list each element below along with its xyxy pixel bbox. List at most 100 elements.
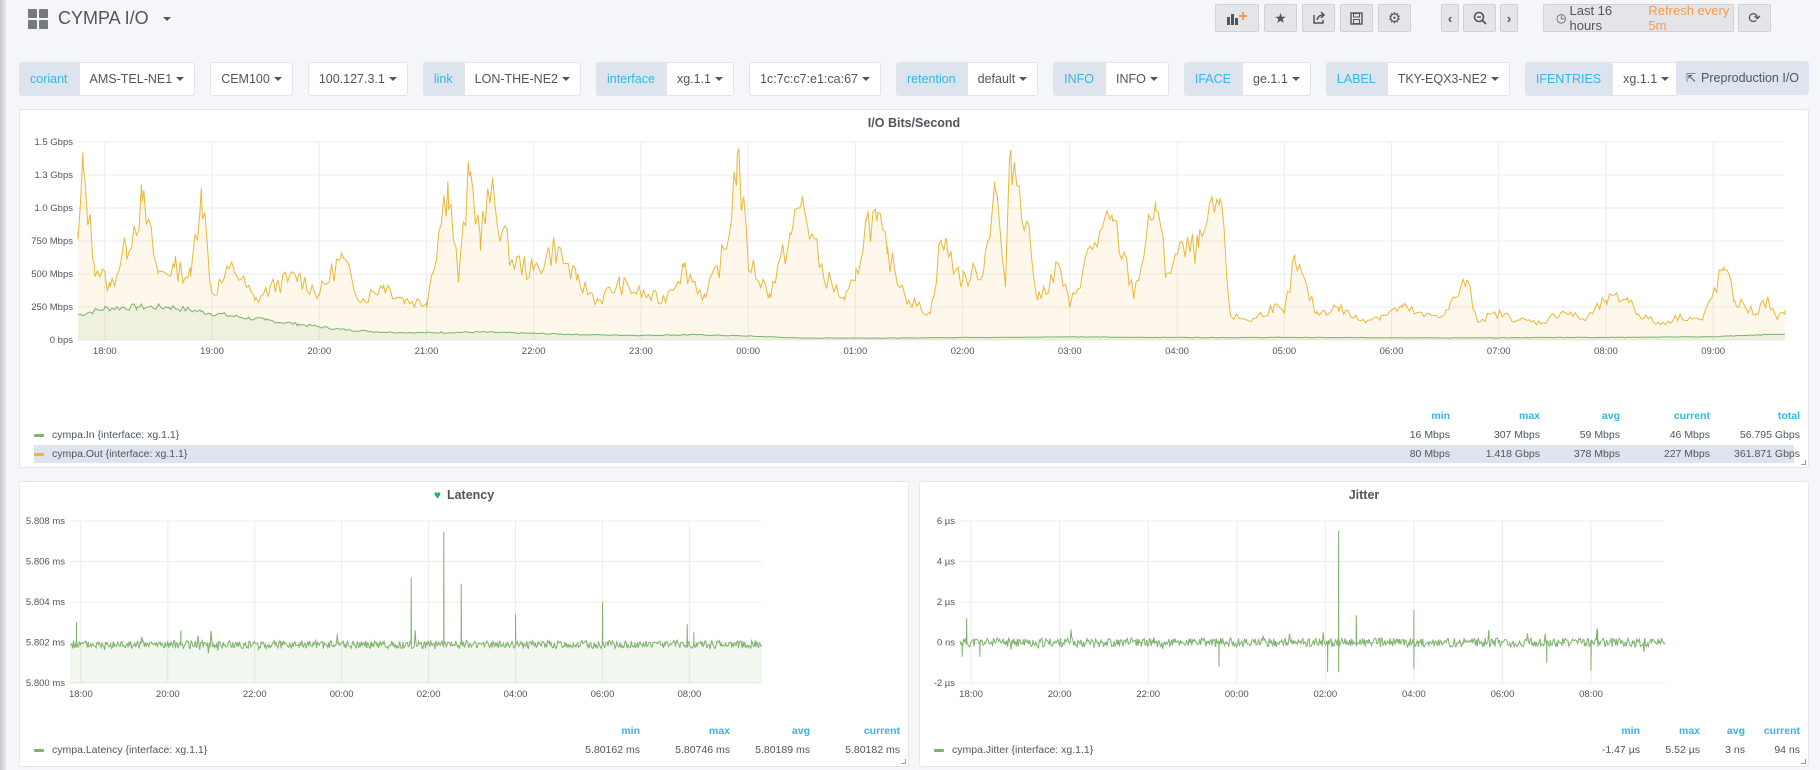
variable-value: 100.127.3.1 (318, 71, 385, 86)
variable-dropdown[interactable]: ge.1.1 (1242, 61, 1311, 96)
y-tick-label: 0 ns (937, 638, 955, 649)
x-tick-label: 18:00 (93, 346, 117, 357)
variable-value: INFO (1116, 71, 1146, 86)
caret-down-icon (861, 76, 870, 81)
panel-resize-handle[interactable] (1801, 759, 1806, 764)
legend-item-latency[interactable]: cympa.Latency {interface: xg.1.1} 5.8016… (34, 741, 904, 759)
variable-dropdown[interactable]: xg.1.1 (1612, 61, 1681, 96)
x-tick-label: 18:00 (959, 689, 983, 700)
io-chart: 0 bps 250 Mbps 500 Mbps 750 Mbps 1.0 Gbps 1.3… (31, 137, 1786, 357)
series-area-out (78, 148, 1785, 340)
variable-value: xg.1.1 (1623, 71, 1658, 86)
variable-value: default (977, 71, 1016, 86)
y-tick-label: 250 Mbps (31, 302, 73, 313)
stat-max: 307 Mbps (1493, 429, 1540, 441)
variable-value-2: 100.127.3.1 (307, 61, 408, 96)
legend-header-max[interactable]: max (1490, 410, 1540, 422)
legend-item-jitter[interactable]: cympa.Jitter {interface: xg.1.1} -1.47 µ… (934, 741, 1804, 759)
external-link-icon: ⇱ (1685, 71, 1697, 85)
variable-dropdown[interactable]: xg.1.1 (665, 61, 734, 96)
preproduction-io-link[interactable]: ⇱ Preproduction I/O (1676, 61, 1809, 95)
time-picker-button[interactable]: ◷ Last 16 hours Refresh every 5m (1543, 3, 1734, 33)
x-tick-label: 05:00 (1272, 346, 1296, 357)
variable-value: LON-THE-NE2 (474, 71, 558, 86)
stat-min: 80 Mbps (1409, 448, 1450, 460)
x-tick-label: 02:00 (417, 689, 441, 700)
variable-dropdown[interactable]: LON-THE-NE2 (463, 61, 581, 96)
legend-header-min[interactable]: min (1600, 725, 1640, 737)
save-icon (1350, 11, 1363, 25)
zoom-out-button[interactable] (1463, 4, 1496, 32)
x-tick-label: 20:00 (307, 346, 331, 357)
legend-item-out[interactable]: cympa.Out {interface: xg.1.1} 80 Mbps 1.… (34, 445, 1800, 463)
series-color-swatch[interactable] (34, 452, 44, 456)
star-button[interactable]: ★ (1264, 4, 1297, 32)
variable-dropdown[interactable]: TKY-EQX3-NE2 (1386, 61, 1510, 96)
legend-header-max[interactable]: max (680, 725, 730, 737)
legend-header-avg[interactable]: avg (1580, 410, 1620, 422)
variable-dropdown[interactable]: 100.127.3.1 (307, 61, 408, 96)
variable-label: IFENTRIES (1524, 61, 1613, 96)
time-back-button[interactable]: ‹ (1441, 4, 1459, 32)
caret-down-icon (1291, 76, 1300, 81)
y-tick-label: 5.806 ms (26, 557, 65, 568)
legend-header-avg[interactable]: avg (1710, 725, 1745, 737)
variable-dropdown[interactable]: AMS-TEL-NE1 (78, 61, 196, 96)
variable-dropdown[interactable]: INFO (1105, 61, 1169, 96)
legend-header-current[interactable]: current (1745, 725, 1800, 737)
share-icon (1312, 11, 1325, 24)
add-panel-button[interactable] (1215, 4, 1259, 32)
x-tick-label: 06:00 (1491, 689, 1515, 700)
caret-down-icon (388, 76, 397, 81)
sidebar-edge (0, 0, 6, 770)
variable-value-5: 1c:7c:c7:e1:ca:67 (749, 61, 881, 96)
x-tick-label: 02:00 (1313, 689, 1337, 700)
share-button[interactable] (1302, 4, 1335, 32)
legend-item-in[interactable]: cympa.In {interface: xg.1.1} 16 Mbps 307… (34, 426, 1800, 444)
variable-label: retention (895, 61, 967, 96)
series-color-swatch[interactable] (934, 748, 944, 752)
variable-label: interface (595, 61, 666, 96)
variable-label-9: LABEL TKY-EQX3-NE2 (1325, 61, 1510, 96)
y-tick-label: -2 µs (934, 678, 956, 689)
x-tick-label: 00:00 (1225, 689, 1249, 700)
time-forward-button[interactable]: › (1500, 4, 1518, 32)
caret-down-icon (273, 76, 282, 81)
legend-header-max[interactable]: max (1660, 725, 1700, 737)
stat-current: 46 Mbps (1669, 429, 1710, 441)
caret-down-icon (1019, 76, 1028, 81)
legend-header-total[interactable]: total (1720, 410, 1800, 422)
stat-min: -1.47 µs (1601, 744, 1640, 756)
variable-dropdown[interactable]: CEM100 (210, 61, 293, 96)
variable-link-3: link LON-THE-NE2 (422, 61, 581, 96)
clock-icon: ◷ (1556, 11, 1567, 25)
panel-resize-handle[interactable] (1801, 460, 1806, 465)
legend-header-avg[interactable]: avg (770, 725, 810, 737)
series-color-swatch[interactable] (34, 748, 44, 752)
variable-dropdown[interactable]: 1c:7c:c7:e1:ca:67 (749, 61, 881, 96)
legend-header-current[interactable]: current (1640, 410, 1710, 422)
variable-dropdown[interactable]: default (966, 61, 1039, 96)
legend-header-min[interactable]: min (600, 725, 640, 737)
time-range-label: Last 16 hours (1569, 3, 1613, 33)
stat-current: 94 ns (1774, 744, 1800, 756)
chevron-right-icon: › (1506, 10, 1512, 26)
stat-avg: 59 Mbps (1579, 429, 1620, 441)
panel-resize-handle[interactable] (901, 759, 906, 764)
y-tick-label: 2 µs (937, 597, 955, 608)
series-color-swatch[interactable] (34, 433, 44, 437)
legend-header-min[interactable]: min (1410, 410, 1450, 422)
dashboard-title: CYMPA I/O (58, 8, 149, 28)
refresh-button[interactable]: ⟳ (1738, 4, 1771, 32)
legend-series-name: cympa.Out {interface: xg.1.1} (52, 448, 188, 460)
latency-chart: 5.800 ms 5.802 ms 5.804 ms 5.806 ms 5.808 ms… (26, 516, 763, 700)
save-button[interactable] (1340, 4, 1373, 32)
stat-avg: 3 ns (1725, 744, 1745, 756)
jitter-chart: -2 µs 0 ns 2 µs 4 µs 6 µs 18:00 20:00 22:00 00:0… (934, 516, 1666, 700)
variable-value-1: CEM100 (210, 61, 293, 96)
series-area (70, 531, 762, 683)
legend-header-current[interactable]: current (820, 725, 900, 737)
dashboard-title-dropdown[interactable]: CYMPA I/O (28, 8, 171, 29)
settings-button[interactable]: ⚙ (1378, 4, 1411, 32)
y-tick-label: 5.804 ms (26, 597, 65, 608)
